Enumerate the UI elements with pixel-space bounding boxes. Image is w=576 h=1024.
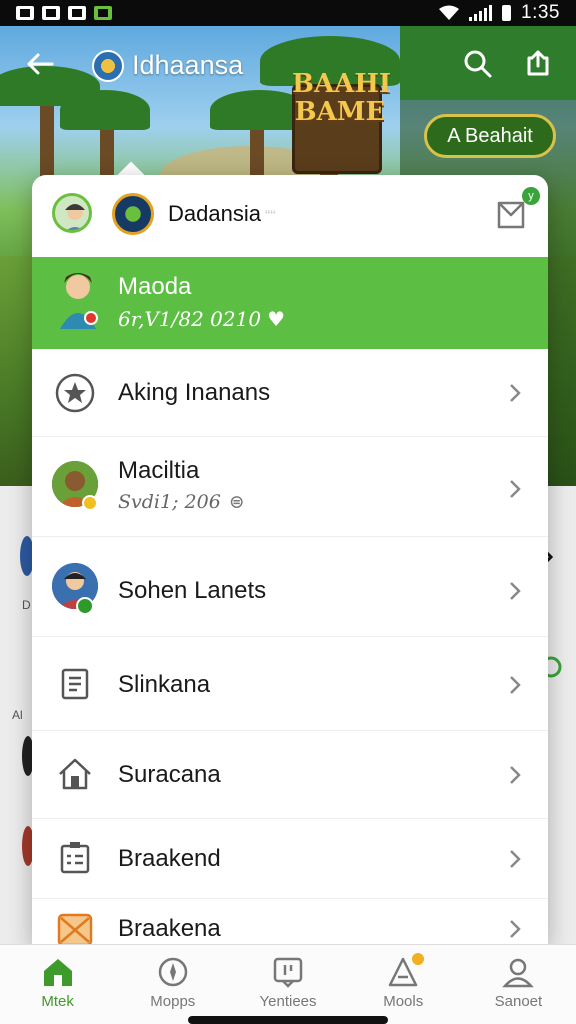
menu-item-braakend[interactable]: Braakend xyxy=(32,819,548,899)
banner-action-button[interactable]: A Beahait xyxy=(424,114,556,158)
badge-icon xyxy=(82,495,98,511)
menu-item-slinkana[interactable]: Slinkana xyxy=(32,637,548,731)
nav-item-activities[interactable]: Yentiees xyxy=(230,945,345,1024)
menu-item-aking-inanans[interactable]: Aking Inanans xyxy=(32,349,548,437)
menu-title: Dadansia xyxy=(168,201,261,226)
menu-item-label: Suracana xyxy=(118,761,221,788)
nav-item-profile[interactable]: Sanoet xyxy=(461,945,576,1024)
back-arrow-icon xyxy=(27,53,54,75)
menu-title-suffix: ““ xyxy=(264,208,276,225)
status-bar: 1:35 xyxy=(0,0,576,26)
chevron-right-icon xyxy=(510,582,521,600)
back-button[interactable] xyxy=(22,46,58,82)
background-list: D Al xyxy=(0,486,34,946)
nav-item-maps[interactable]: Mopps xyxy=(115,945,230,1024)
nav-label: Sanoet xyxy=(494,993,543,1010)
nav-label: Mtek xyxy=(41,993,74,1010)
menu-item-subtitle: Svdi1; 206 xyxy=(118,491,221,513)
account-name: Maoda xyxy=(118,273,192,300)
settings-icon: ⊜ xyxy=(228,491,245,513)
inbox-badge: y xyxy=(522,187,540,205)
bottom-nav: Mtek Mopps Yentiees Mools Sanoet xyxy=(0,944,576,1024)
heart-icon: ♥ xyxy=(267,307,285,331)
profile-icon xyxy=(502,958,535,988)
notification-icon xyxy=(42,6,60,20)
online-badge-icon xyxy=(76,597,94,615)
compass-icon xyxy=(158,957,188,987)
chevron-right-icon xyxy=(510,676,521,694)
menu-item-label: Maciltia xyxy=(118,457,200,484)
clipboard-icon xyxy=(52,835,98,881)
notification-dot xyxy=(411,953,424,965)
home-icon xyxy=(52,751,98,797)
app-title: Idhaansa xyxy=(132,50,244,80)
menu-item-label: Braakena xyxy=(118,915,221,942)
chevron-right-icon xyxy=(510,920,521,938)
inbox-icon[interactable] xyxy=(496,195,526,229)
nav-label: Mools xyxy=(383,993,424,1010)
nav-label: Mopps xyxy=(150,993,196,1010)
menu-item-label: Sohen Lanets xyxy=(118,577,267,604)
home-icon xyxy=(43,959,72,986)
game-logo xyxy=(112,193,154,235)
menu-item-maciltia[interactable]: Maciltia Svdi1; 206 ⊜ xyxy=(32,437,548,537)
document-icon xyxy=(52,661,98,707)
nav-label: Yentiees xyxy=(259,993,317,1010)
notification-icon xyxy=(16,6,34,20)
menu-header: Dadansia ““ y xyxy=(32,175,548,257)
account-menu: Dadansia ““ y Maoda 6r,V1/82 0210 ♥ Aking … xyxy=(32,175,548,945)
user-avatar[interactable] xyxy=(52,193,92,233)
message-icon xyxy=(273,957,303,988)
home-indicator xyxy=(188,1016,388,1024)
status-time: 1:35 xyxy=(521,2,560,23)
status-dot xyxy=(84,311,98,325)
search-icon xyxy=(464,50,492,78)
gallery-notification-icon xyxy=(68,6,86,20)
search-button[interactable] xyxy=(460,46,496,82)
chevron-right-icon xyxy=(510,850,521,868)
app-logo xyxy=(92,50,124,82)
share-button[interactable] xyxy=(520,46,556,82)
account-subtitle: 6r,V1/82 0210 xyxy=(118,307,262,331)
user-avatar-icon xyxy=(65,204,85,230)
signal-icon xyxy=(469,5,493,21)
wifi-icon xyxy=(439,5,460,20)
menu-item-label: Slinkana xyxy=(118,671,211,698)
notification-icons xyxy=(16,6,112,20)
chevron-right-icon xyxy=(510,384,521,402)
mail-icon xyxy=(52,907,98,945)
menu-item-label: Aking Inanans xyxy=(118,379,271,406)
battery-icon xyxy=(502,5,512,21)
app-notification-icon xyxy=(94,6,112,20)
nav-item-home[interactable]: Mtek xyxy=(0,945,115,1024)
menu-item-suracana[interactable]: Suracana xyxy=(32,731,548,819)
active-account-item[interactable]: Maoda 6r,V1/82 0210 ♥ xyxy=(32,257,548,349)
menu-item-label: Braakend xyxy=(118,845,221,872)
chevron-right-icon xyxy=(510,480,521,498)
nav-item-tools[interactable]: Mools xyxy=(346,945,461,1024)
share-icon xyxy=(527,50,549,76)
chevron-right-icon xyxy=(510,766,521,784)
menu-item-sohen-lanets[interactable]: Sohen Lanets xyxy=(32,537,548,637)
app-bar: Idhaansa xyxy=(0,26,576,100)
star-icon xyxy=(52,370,98,416)
menu-item-braakena[interactable]: Braakena xyxy=(32,899,548,945)
